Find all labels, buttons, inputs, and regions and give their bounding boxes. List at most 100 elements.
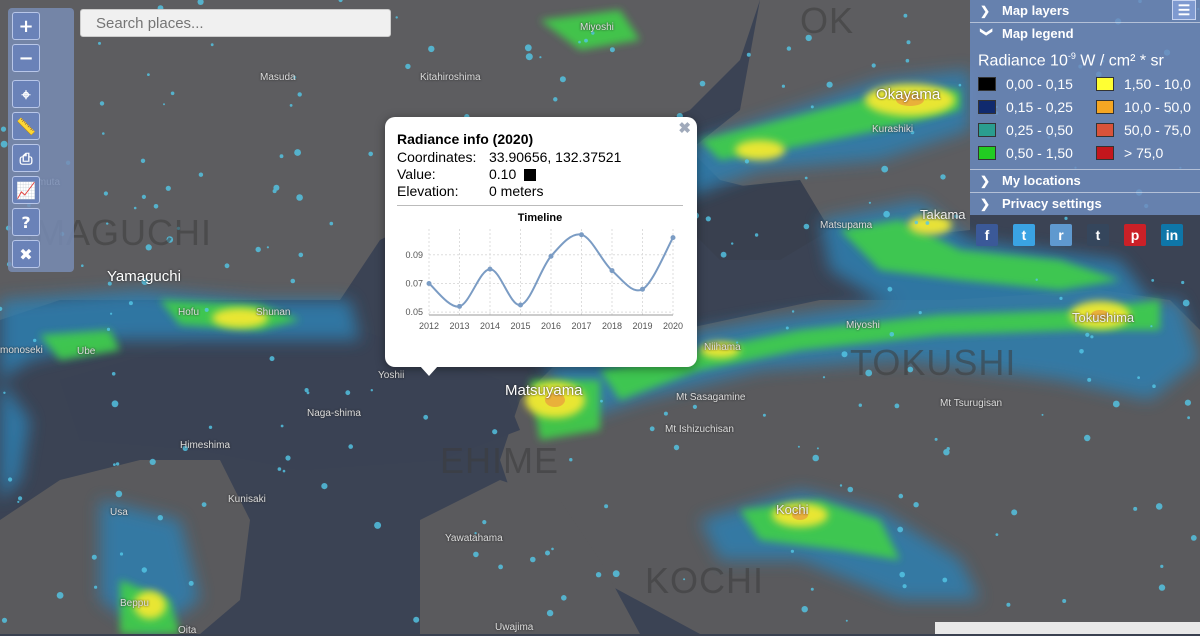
zoom-out-button[interactable]: −: [12, 44, 40, 72]
light-dot: [561, 595, 567, 601]
zoom-in-button[interactable]: +: [12, 12, 40, 40]
light-dot: [918, 311, 922, 315]
map-legend-label: Map legend: [1002, 26, 1074, 41]
help-icon[interactable]: ?: [12, 208, 40, 236]
light-dot: [147, 73, 150, 76]
light-dot: [897, 526, 904, 533]
reddit-share-icon[interactable]: r: [1050, 224, 1072, 246]
privacy-settings-toggle[interactable]: ❯ Privacy settings: [970, 193, 1200, 215]
my-locations-label: My locations: [1002, 173, 1081, 189]
map-label: Ube: [77, 346, 96, 357]
light-dot: [279, 154, 284, 159]
light-dot: [8, 477, 13, 482]
light-dot: [791, 310, 795, 313]
tools-icon[interactable]: ✖: [12, 240, 40, 268]
light-dot: [165, 185, 171, 191]
light-dot: [1006, 602, 1011, 607]
pinterest-share-icon[interactable]: p: [1124, 224, 1146, 246]
light-dot: [345, 390, 351, 396]
chart-point: [487, 266, 493, 272]
coordinates-label: Coordinates:: [397, 149, 477, 165]
light-dot: [868, 201, 872, 204]
value-color-swatch: [524, 169, 537, 182]
light-dot: [942, 577, 948, 583]
light-dot: [786, 46, 792, 51]
close-icon[interactable]: ✖: [678, 119, 691, 137]
twitter-share-icon[interactable]: t: [1013, 224, 1035, 246]
light-dot: [91, 554, 97, 560]
light-dot: [1064, 216, 1068, 220]
light-dot: [785, 326, 789, 330]
legend-item: 0,50 - 1,50: [978, 145, 1096, 161]
light-dot: [163, 103, 165, 106]
map-label: Oita: [178, 625, 197, 636]
light-dot: [663, 411, 668, 416]
light-dot: [804, 176, 808, 180]
chevron-down-icon: ❯: [980, 27, 994, 38]
popup-pointer: [420, 366, 438, 376]
light-dot: [858, 403, 862, 407]
ad-strip: [935, 622, 1200, 634]
locate-icon[interactable]: ⌖: [12, 80, 40, 108]
map-legend-toggle[interactable]: ❯ Map legend: [970, 23, 1200, 45]
light-dot: [111, 400, 119, 408]
light-dot: [612, 570, 620, 578]
light-dot: [370, 389, 373, 392]
light-dot: [744, 159, 750, 164]
map-label: Yoshii: [378, 370, 405, 381]
elevation-label: Elevation:: [397, 183, 459, 199]
light-dot: [428, 45, 435, 53]
light-dot: [847, 486, 854, 493]
map-label: Shunan: [256, 307, 291, 318]
chevron-right-icon: ❯: [980, 197, 991, 212]
map-toolbar: + − ⌖ 📏 ⎙ 📈 ? ✖: [8, 8, 74, 272]
ruler-icon[interactable]: 📏: [12, 112, 40, 140]
legend-item: 10,0 - 50,0: [1096, 99, 1200, 115]
map-label: Niihama: [704, 342, 741, 353]
chart-point: [609, 268, 615, 274]
light-dot: [1112, 400, 1120, 408]
facebook-share-icon[interactable]: f: [976, 224, 998, 246]
social-share-bar: f t r t p in: [976, 224, 1198, 246]
menu-icon[interactable]: ☰: [1172, 0, 1196, 20]
map-label: Miyoshi: [846, 320, 880, 331]
my-locations-toggle[interactable]: ❯ My locations: [970, 170, 1200, 194]
light-dot: [3, 391, 6, 394]
chart-icon[interactable]: 📈: [12, 176, 40, 204]
map-label: OK: [800, 0, 855, 41]
map-label: Takama: [920, 207, 966, 222]
light-dot: [899, 571, 905, 578]
search-input[interactable]: [80, 9, 391, 37]
light-dot: [905, 58, 910, 63]
light-dot: [374, 521, 382, 529]
light-dot: [1084, 434, 1091, 442]
light-dot: [906, 40, 911, 45]
light-dot: [1152, 384, 1156, 389]
light-dot: [913, 502, 919, 508]
chart-y-tick-label: 0.09: [405, 250, 423, 260]
linkedin-share-icon[interactable]: in: [1161, 224, 1183, 246]
light-dot: [280, 424, 284, 428]
tumblr-share-icon[interactable]: t: [1087, 224, 1109, 246]
light-dot: [1059, 296, 1063, 300]
chart-point: [518, 302, 523, 308]
light-dot: [731, 242, 734, 245]
map-layers-toggle[interactable]: ❯ Map layers ☰: [970, 0, 1200, 23]
value-value: 0.10: [489, 166, 517, 182]
light-dot: [1041, 413, 1044, 416]
legend-label: 0,00 - 0,15: [1006, 76, 1073, 93]
light-dot: [871, 63, 876, 68]
light-dot: [1151, 279, 1155, 282]
light-dot: [329, 221, 334, 226]
light-dot: [673, 444, 680, 451]
light-dot: [128, 301, 133, 306]
chart-x-tick-label: 2017: [571, 321, 591, 331]
print-icon[interactable]: ⎙: [12, 144, 40, 172]
light-dot: [297, 92, 302, 97]
tool-grid: ⌖ 📏 ⎙ 📈 ? ✖: [10, 78, 72, 270]
light-dot: [1062, 599, 1067, 603]
light-dot: [889, 332, 895, 337]
light-dot: [559, 76, 566, 83]
light-dot: [816, 447, 819, 450]
map-label: Mt Tsurugisan: [940, 398, 1003, 409]
